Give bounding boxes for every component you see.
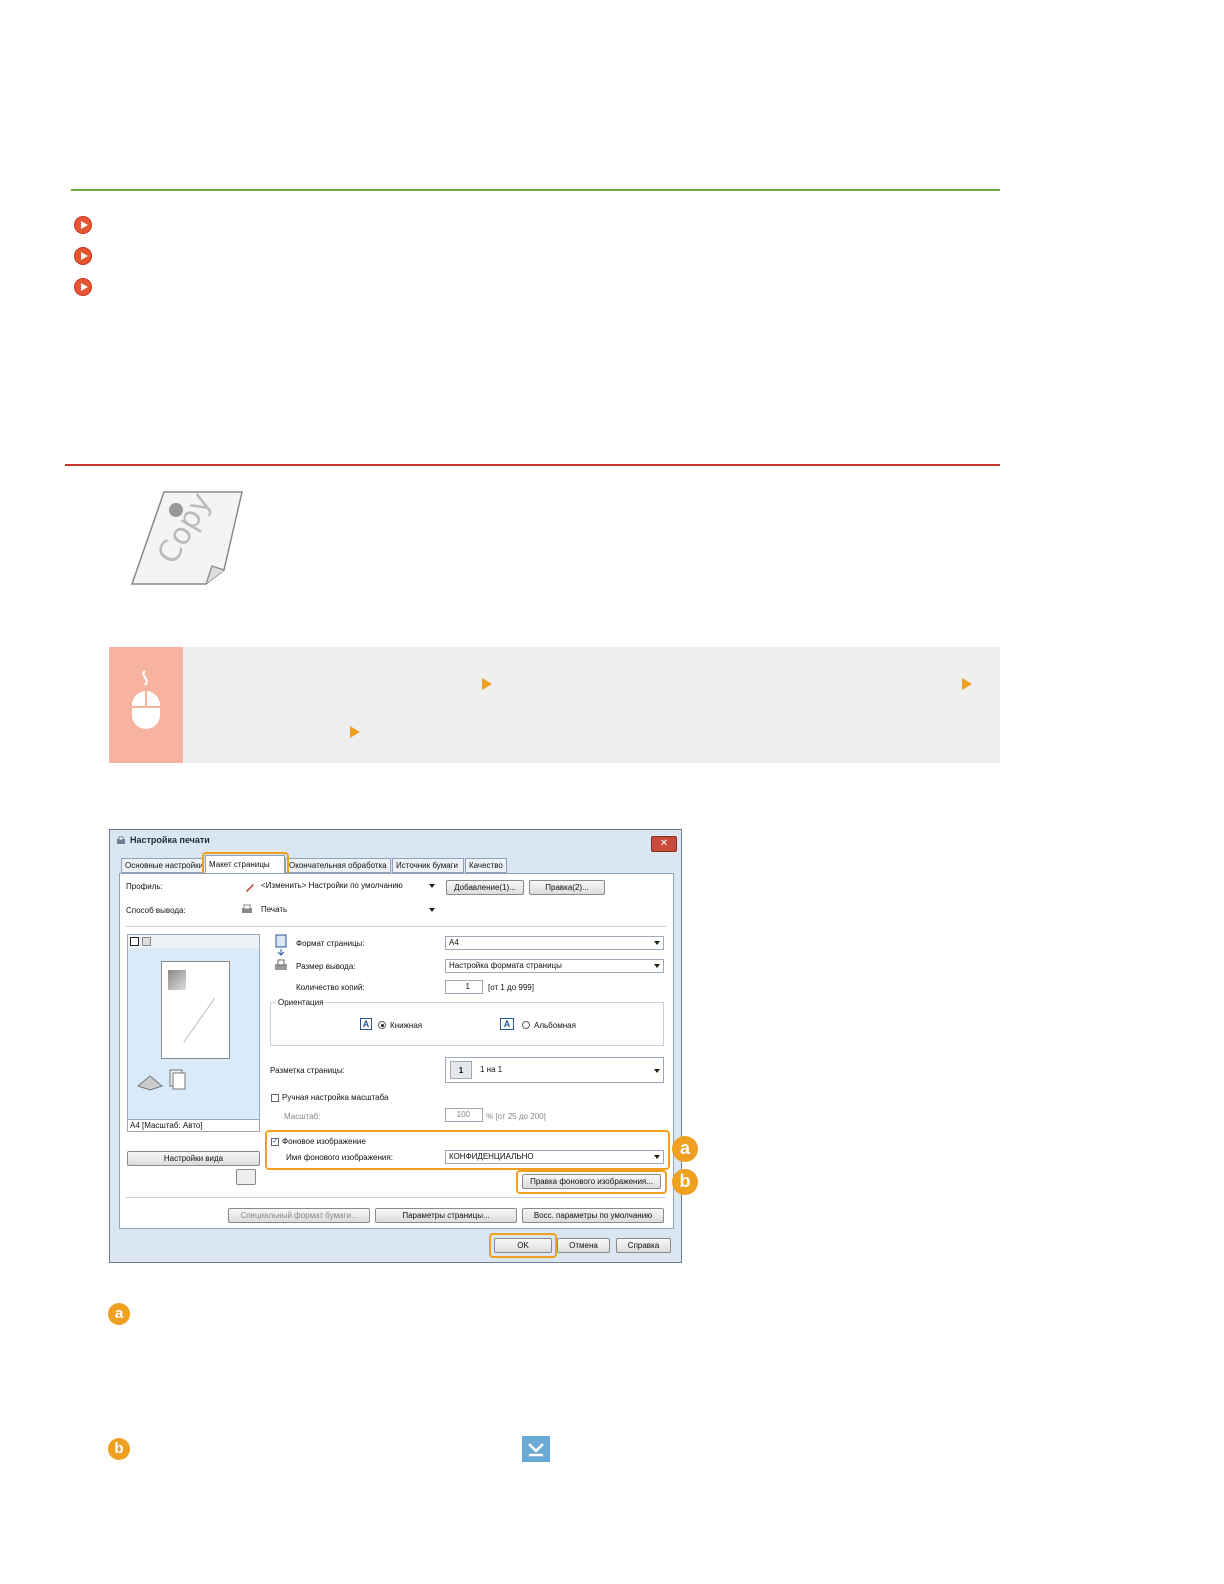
procedure-side	[109, 647, 183, 763]
watermark-illustration-icon: Copy	[130, 488, 243, 585]
preview-page-icon[interactable]	[130, 937, 139, 946]
print-settings-dialog: Настройка печати ✕ Основные настройки Ма…	[109, 829, 698, 1263]
mouse-icon	[132, 670, 160, 729]
page-preview: A4 [Масштаб: Авто]	[127, 934, 260, 1132]
help-button[interactable]: Справка	[616, 1238, 671, 1253]
orientation-label: Ориентация	[276, 998, 326, 1007]
tab-finishing[interactable]: Окончательная обработка	[285, 858, 391, 873]
page-layout-label: Разметка страницы:	[270, 1066, 345, 1075]
custom-paper-button[interactable]: Специальный формат бумаги...	[228, 1208, 370, 1223]
callout-a: a	[672, 1136, 698, 1162]
print-icon	[242, 904, 252, 913]
preview-toggle-icon[interactable]	[236, 1169, 256, 1185]
step-arrow-icon	[962, 678, 972, 690]
edit-profile-button[interactable]: Правка(2)...	[529, 880, 605, 895]
landscape-label: Альбомная	[534, 1021, 576, 1030]
restore-defaults-button[interactable]: Восс. параметры по умолчанию	[522, 1208, 664, 1223]
callout-a-marker: a	[108, 1303, 130, 1325]
output-method-select[interactable]: Печать	[258, 904, 438, 918]
portrait-icon: A	[360, 1018, 372, 1030]
panel-divider	[126, 1197, 666, 1198]
link-bullet-icon[interactable]	[74, 216, 92, 234]
output-method-label: Способ вывода:	[126, 906, 186, 915]
step-arrow-icon	[482, 678, 492, 690]
highlight-ok	[489, 1233, 557, 1258]
step-arrow-icon	[350, 726, 360, 738]
dialog-title: Настройка печати	[130, 835, 210, 845]
cancel-button[interactable]: Отмена	[557, 1238, 610, 1253]
page-size-icon	[275, 934, 287, 956]
layout-icon: 1	[450, 1061, 472, 1079]
landscape-radio[interactable]	[522, 1021, 530, 1029]
copies-label: Количество копий:	[296, 983, 365, 992]
link-bullet-icon[interactable]	[74, 247, 92, 265]
manual-scale-label: Ручная настройка масштаба	[282, 1093, 389, 1102]
output-size-select[interactable]: Настройка формата страницы	[445, 959, 664, 973]
copies-range: [от 1 до 999]	[488, 983, 534, 992]
procedure-box	[109, 647, 1000, 763]
orientation-group	[270, 1002, 664, 1046]
manual-scale-checkbox[interactable]	[271, 1094, 279, 1102]
add-profile-button[interactable]: Добавление(1)...	[446, 880, 524, 895]
portrait-label: Книжная	[390, 1021, 423, 1030]
preview-watermark	[183, 998, 215, 1043]
portrait-radio[interactable]	[378, 1021, 386, 1029]
page-size-value: A4	[449, 938, 459, 947]
expand-icon[interactable]	[521, 1435, 551, 1463]
page-layout-select[interactable]: 1 1 на 1	[445, 1057, 664, 1083]
tab-basic[interactable]: Основные настройки	[121, 858, 203, 873]
profile-label: Профиль:	[126, 882, 163, 891]
scale-input[interactable]: 100	[445, 1108, 483, 1122]
output-size-value: Настройка формата страницы	[449, 961, 562, 970]
profile-select[interactable]: <Изменить> Настройки по умолчанию	[258, 880, 438, 894]
landscape-icon: A	[500, 1018, 514, 1030]
callout-b-marker: b	[108, 1438, 130, 1460]
page-options-button[interactable]: Параметры страницы...	[375, 1208, 517, 1223]
printer-icon	[117, 836, 125, 844]
preview-sheet	[161, 961, 230, 1059]
page-size-select[interactable]: A4	[445, 936, 664, 950]
copies-input[interactable]: 1	[445, 980, 483, 994]
scale-label: Масштаб:	[284, 1112, 321, 1121]
section-divider-red	[65, 464, 1000, 466]
link-bullet-icon[interactable]	[74, 278, 92, 296]
pencil-icon	[246, 884, 254, 892]
output-size-label: Размер вывода:	[296, 962, 356, 971]
view-settings-button[interactable]: Настройки вида	[127, 1151, 260, 1166]
scale-value: 100	[456, 1110, 470, 1119]
preview-printer-icon[interactable]	[142, 937, 151, 946]
page-size-label: Формат страницы:	[296, 939, 365, 948]
copies-value: 1	[465, 982, 470, 991]
highlight-edit-watermark	[516, 1170, 667, 1194]
tab-paper-source[interactable]: Источник бумаги	[392, 858, 464, 873]
output-tray-icon	[136, 1069, 186, 1091]
highlight-watermark	[265, 1130, 670, 1170]
profile-value: <Изменить> Настройки по умолчанию	[261, 881, 403, 890]
panel-divider	[126, 926, 666, 927]
output-method-value: Печать	[261, 905, 288, 914]
page-layout-value: 1 на 1	[480, 1065, 503, 1074]
close-button[interactable]: ✕	[651, 836, 677, 852]
scale-range: % [от 25 до 200]	[486, 1112, 546, 1121]
preview-caption: A4 [Масштаб: Авто]	[128, 1119, 259, 1131]
section-divider-green	[71, 189, 1000, 191]
tab-quality[interactable]: Качество	[465, 858, 507, 873]
callout-b: b	[672, 1169, 698, 1195]
preview-image	[168, 970, 186, 990]
output-size-icon	[275, 959, 287, 970]
